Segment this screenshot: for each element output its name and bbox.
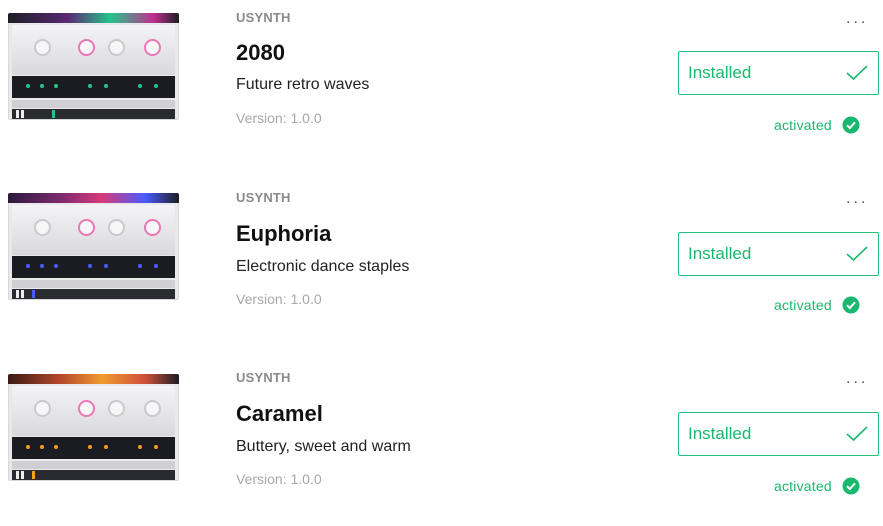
installed-label: Installed (688, 63, 752, 82)
thumbnail-strip (12, 256, 175, 278)
thumbnail-dot (154, 264, 158, 268)
vendor-label: USYNTH (236, 10, 291, 25)
thumbnail-dot (54, 84, 58, 88)
thumbnail-dot (154, 445, 158, 449)
thumbnail-knob (78, 39, 95, 56)
thumbnail-knob (34, 39, 51, 56)
thumbnail-knob (144, 400, 161, 417)
product-title: Caramel (236, 401, 323, 426)
thumbnail-controls (12, 461, 175, 469)
thumbnail-keyboard (12, 289, 175, 299)
thumbnail-controls (12, 100, 175, 108)
thumbnail-knob (144, 219, 161, 236)
thumbnail-knob (34, 219, 51, 236)
product-version: Version: 1.0.0 (236, 471, 322, 487)
thumbnail-knob (78, 219, 95, 236)
product-version: Version: 1.0.0 (236, 291, 322, 307)
check-circle-icon (842, 116, 860, 134)
activated-label: activated (774, 478, 832, 494)
product-title: 2080 (236, 40, 285, 65)
vendor-label: USYNTH (236, 190, 291, 205)
activation-status: activated (774, 477, 860, 495)
product-thumbnail-euphoria[interactable] (8, 193, 179, 300)
checkmark-icon (846, 246, 868, 262)
thumbnail-dot (138, 445, 142, 449)
installed-button[interactable]: Installed (678, 232, 879, 276)
more-options-icon[interactable]: ... (846, 190, 868, 208)
thumbnail-dot (26, 445, 30, 449)
product-row-2080: USYNTH 2080 Future retro waves Version: … (0, 0, 883, 165)
thumbnail-knob (108, 219, 125, 236)
thumbnail-strip (12, 76, 175, 98)
thumbnail-header-bar (8, 13, 179, 23)
thumbnail-knob (108, 400, 125, 417)
activation-status: activated (774, 116, 860, 134)
thumbnail-dot (104, 84, 108, 88)
thumbnail-dot (88, 84, 92, 88)
thumbnail-dot (104, 445, 108, 449)
check-circle-icon (842, 296, 860, 314)
product-row-euphoria: USYNTH Euphoria Electronic dance staples… (0, 180, 883, 345)
activation-status: activated (774, 296, 860, 314)
thumbnail-header-bar (8, 193, 179, 203)
product-thumbnail-caramel[interactable] (8, 374, 179, 481)
thumbnail-strip (12, 437, 175, 459)
vendor-label: USYNTH (236, 370, 291, 385)
thumbnail-dot (40, 445, 44, 449)
more-options-icon[interactable]: ... (846, 10, 868, 28)
thumbnail-dot (54, 264, 58, 268)
thumbnail-dot (88, 445, 92, 449)
checkmark-icon (846, 65, 868, 81)
installed-button[interactable]: Installed (678, 51, 879, 95)
thumbnail-dot (26, 264, 30, 268)
product-description: Electronic dance staples (236, 258, 410, 275)
thumbnail-dot (40, 264, 44, 268)
product-row-caramel: USYNTH Caramel Buttery, sweet and warm V… (0, 361, 883, 526)
thumbnail-dot (88, 264, 92, 268)
activated-label: activated (774, 297, 832, 313)
thumbnail-dot (138, 84, 142, 88)
product-version: Version: 1.0.0 (236, 110, 322, 126)
installed-label: Installed (688, 244, 752, 263)
thumbnail-dot (154, 84, 158, 88)
thumbnail-knob (108, 39, 125, 56)
thumbnail-keyboard (12, 470, 175, 480)
thumbnail-dot (104, 264, 108, 268)
thumbnail-keyboard (12, 109, 175, 119)
checkmark-icon (846, 426, 868, 442)
activated-label: activated (774, 117, 832, 133)
more-options-icon[interactable]: ... (846, 370, 868, 388)
product-description: Future retro waves (236, 76, 370, 93)
installed-button[interactable]: Installed (678, 412, 879, 456)
thumbnail-header-bar (8, 374, 179, 384)
check-circle-icon (842, 477, 860, 495)
thumbnail-knob (34, 400, 51, 417)
thumbnail-knob (78, 400, 95, 417)
thumbnail-dot (138, 264, 142, 268)
thumbnail-dot (26, 84, 30, 88)
thumbnail-dot (40, 84, 44, 88)
product-description: Buttery, sweet and warm (236, 438, 411, 455)
thumbnail-dot (54, 445, 58, 449)
product-thumbnail-2080[interactable] (8, 13, 179, 120)
thumbnail-knob (144, 39, 161, 56)
installed-label: Installed (688, 424, 752, 443)
thumbnail-controls (12, 280, 175, 288)
product-title: Euphoria (236, 221, 332, 246)
